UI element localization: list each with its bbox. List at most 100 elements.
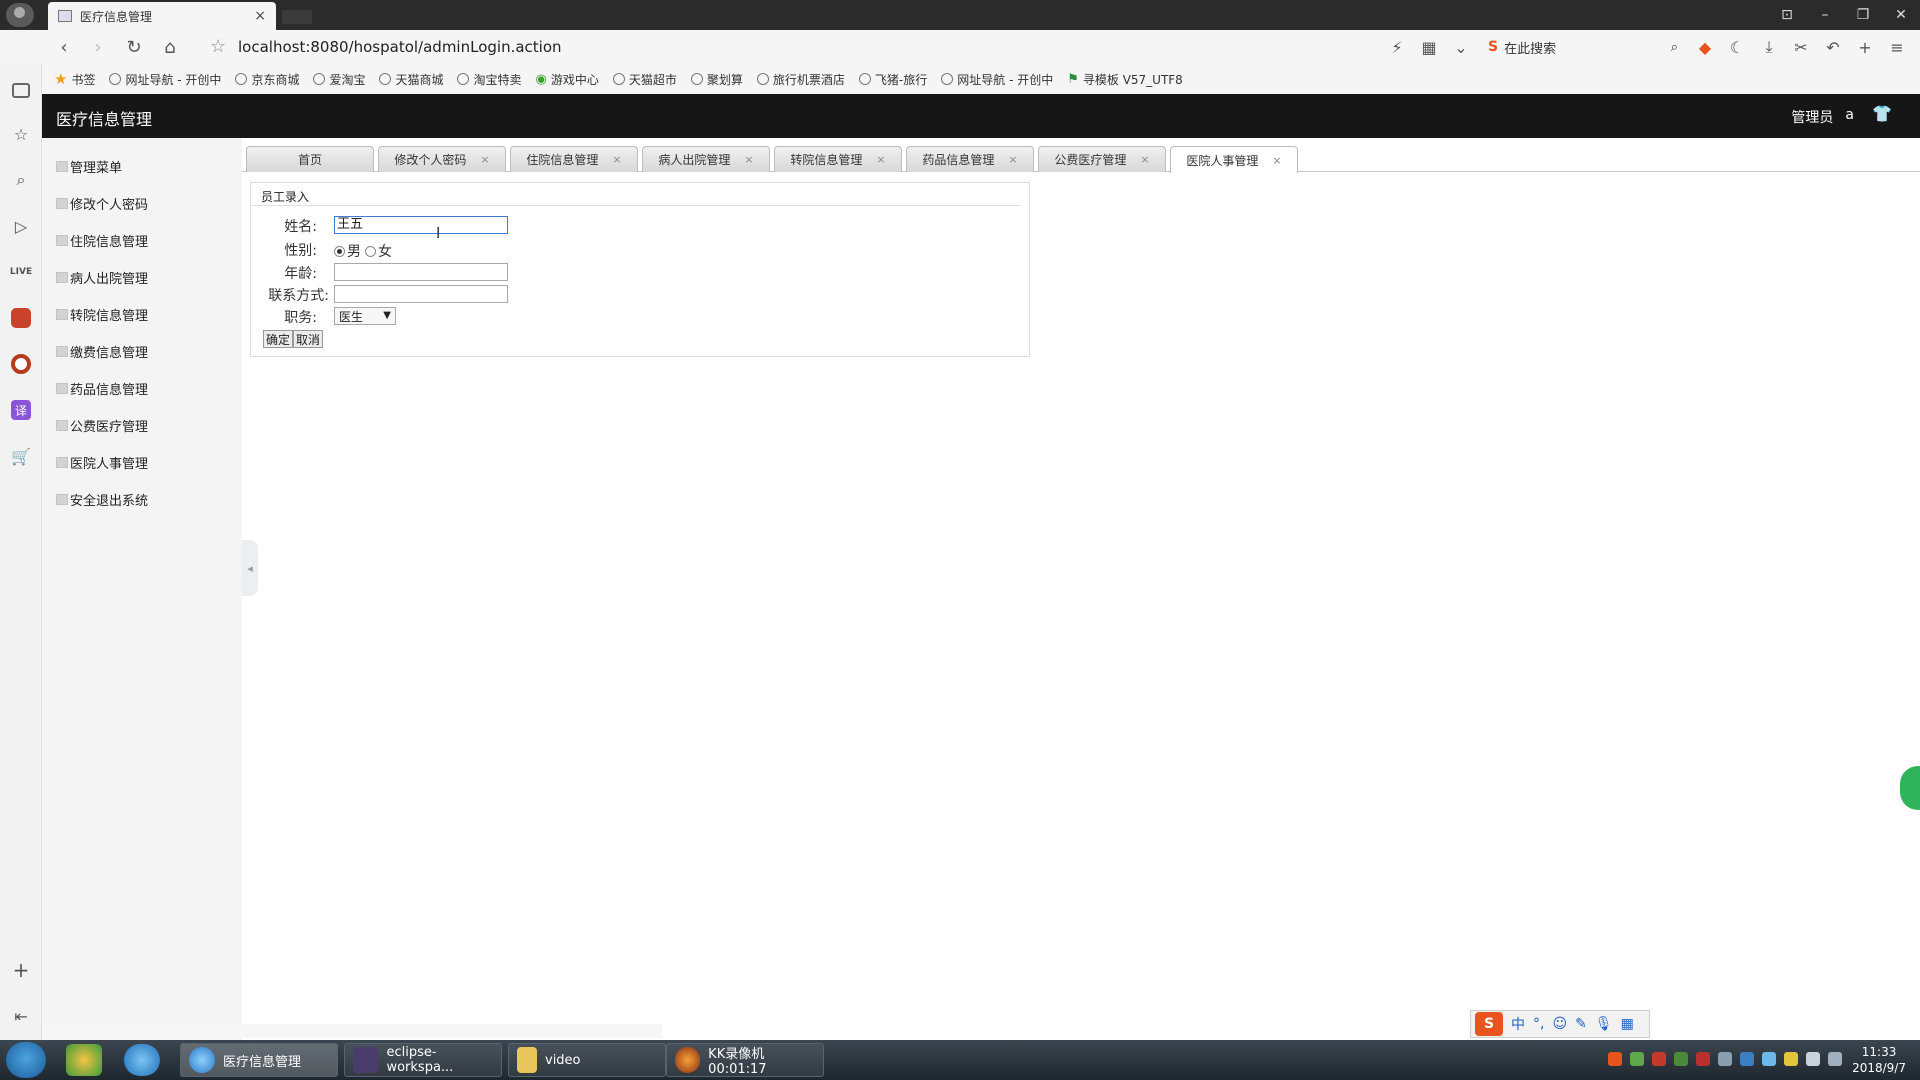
wifi-icon[interactable] [1828,1052,1842,1066]
tab-discharge[interactable]: 病人出院管理 × [642,146,770,172]
tab-inpatient[interactable]: 住院信息管理 × [510,146,638,172]
window-restore-icon[interactable]: ❐ [1844,0,1882,30]
user-menu[interactable]: 管理员 a [1791,107,1854,127]
name-field[interactable]: 王五 [334,216,508,234]
ime-mode[interactable]: 中 [1511,1014,1525,1034]
window-minimize-icon[interactable]: – [1806,0,1844,30]
ime-punctuation-icon[interactable]: °, [1533,1016,1544,1032]
new-tab-button[interactable] [282,10,312,24]
forward-icon[interactable]: › [86,36,110,58]
taskbar-item-browser[interactable]: 医疗信息管理 [180,1043,338,1077]
cloud-tray-icon[interactable] [1762,1052,1776,1066]
cancel-button[interactable]: 取消 [293,330,324,348]
lightning-icon[interactable]: ⚡ [1384,36,1410,58]
browser-tab[interactable]: 医疗信息管理 × [48,2,276,30]
collapse-sidebar-icon[interactable]: ⇤ [9,1004,33,1028]
ime-grid-icon[interactable]: ▦ [1621,1016,1634,1032]
grid-icon[interactable]: ▦ [1416,36,1442,58]
tab-close-icon[interactable]: × [1008,153,1017,166]
night-mode-icon[interactable]: ☾ [1724,36,1750,58]
undo-icon[interactable]: ↶ [1820,36,1846,58]
chevron-down-icon[interactable]: ⌄ [1448,36,1474,58]
bookmark-star-icon[interactable]: ☆ [210,36,226,57]
sidebar-collapse-handle[interactable]: ◂ [242,540,258,596]
add-icon[interactable]: + [1852,36,1878,58]
tab-transfer[interactable]: 转院信息管理 × [774,146,902,172]
window-skin-icon[interactable]: ⊡ [1768,0,1806,30]
tab-change-password[interactable]: 修改个人密码 × [378,146,506,172]
bookmark-item[interactable]: ★ 书签 [54,70,95,88]
search-icon[interactable]: ⌕ [1671,40,1678,55]
sidebar-item-public-medical[interactable]: 公费医疗管理 [56,415,148,435]
live-icon[interactable]: LIVE [9,260,33,284]
signal-tray-icon[interactable] [1718,1052,1732,1066]
security-tray-icon[interactable] [1652,1052,1666,1066]
taskbar-item-video-folder[interactable]: video [508,1043,666,1077]
sidebar-item-inpatient[interactable]: 住院信息管理 [56,230,148,250]
bookmark-item[interactable]: 天猫商城 [379,71,443,88]
sidebar-item-payment[interactable]: 缴费信息管理 [56,341,148,361]
sidebar-item-drugs[interactable]: 药品信息管理 [56,378,148,398]
add-icon[interactable]: + [9,958,33,982]
ime-tray-icon[interactable] [1608,1052,1622,1066]
window-close-icon[interactable]: ✕ [1882,0,1920,30]
reader-icon[interactable] [9,78,33,102]
search-box[interactable]: S 在此搜索 ⌕ [1488,36,1678,58]
tab-close-icon[interactable]: × [612,153,621,166]
address-bar[interactable]: localhost:8080/hospatol/adminLogin.actio… [238,38,562,56]
system-clock[interactable]: 11:33 2018/9/7 [1852,1044,1906,1076]
tab-public-medical[interactable]: 公费医疗管理 × [1038,146,1166,172]
network-tray-icon[interactable] [1740,1052,1754,1066]
tab-close-icon[interactable]: × [1140,153,1149,166]
bookmark-item[interactable]: 爱淘宝 [313,71,365,88]
favorites-icon[interactable]: ☆ [9,122,33,146]
ie-browser-icon[interactable] [124,1044,160,1076]
download-icon[interactable]: ⤓ [1756,36,1782,58]
video-icon[interactable]: ▷ [9,214,33,238]
sidebar-item-transfer[interactable]: 转院信息管理 [56,304,148,324]
sidebar-item-change-password[interactable]: 修改个人密码 [56,193,148,213]
tab-close-icon[interactable]: × [744,153,753,166]
contact-field[interactable] [334,285,508,303]
taskbar-item-eclipse[interactable]: eclipse-workspa... [344,1043,502,1077]
start-button[interactable] [6,1042,46,1078]
bookmark-item[interactable]: 天猫超市 [612,71,677,88]
menu-icon[interactable]: ≡ [1884,36,1910,58]
browser-user-avatar[interactable] [6,3,34,27]
gender-female-radio[interactable] [365,245,376,257]
ime-toolbar[interactable]: S 中 °, ☺ ✎ 🎙 ▦ [1470,1010,1650,1038]
search-input[interactable]: 在此搜索 [1504,38,1665,57]
tab-close-icon[interactable]: × [254,8,266,24]
cut-icon[interactable]: ✂ [1788,36,1814,58]
tab-close-icon[interactable]: × [480,153,489,166]
translate-icon[interactable]: 译 [9,398,33,422]
bookmark-item[interactable]: 聚划算 [690,71,743,88]
floating-ball-icon[interactable] [1900,766,1920,810]
gender-male-radio[interactable] [334,245,345,257]
target-icon[interactable] [9,352,33,376]
bookmark-item[interactable]: 京东商城 [235,71,299,88]
bookmark-item[interactable]: 飞猪-旅行 [858,71,927,88]
position-select[interactable]: 医生 ▼ [334,307,396,325]
bookmark-item[interactable]: 淘宝特卖 [457,71,522,88]
star-tray-icon[interactable] [1784,1052,1798,1066]
ime-pen-icon[interactable]: ✎ [1575,1016,1587,1032]
sidebar-item-logout[interactable]: 安全退出系统 [56,489,148,509]
bookmark-item[interactable]: 网址导航 - 开创中 [941,71,1053,88]
antivirus-tray-icon[interactable] [1696,1052,1710,1066]
ime-mic-icon[interactable]: 🎙 [1595,1016,1613,1032]
tab-home[interactable]: 首页 [246,146,374,172]
game-app-icon[interactable] [9,306,33,330]
back-icon[interactable]: ‹ [52,36,76,58]
game-icon[interactable]: ◆ [1692,36,1718,58]
confirm-button[interactable]: 确定 [263,330,294,348]
taskbar-item-kk-recorder[interactable]: KK录像机 00:01:17 [666,1043,824,1077]
reload-icon[interactable]: ↻ [122,36,146,58]
age-field[interactable] [334,263,508,281]
pinned-app-icon[interactable] [66,1044,102,1076]
app-tray-icon[interactable] [1674,1052,1688,1066]
tab-hr[interactable]: 医院人事管理 × [1170,146,1298,173]
ime-emoji-icon[interactable]: ☺ [1552,1016,1567,1032]
volume-icon[interactable] [1806,1052,1820,1066]
bookmark-item[interactable]: ◉ 游戏中心 [536,71,599,88]
